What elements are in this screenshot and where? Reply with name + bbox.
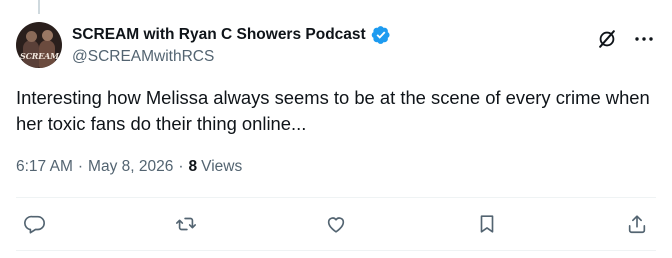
retweet-icon bbox=[175, 217, 196, 231]
avatar-head-right bbox=[42, 30, 53, 41]
like-icon bbox=[327, 217, 345, 233]
avatar-head-left bbox=[26, 31, 37, 42]
tweet-text: Interesting how Melissa always seems to … bbox=[16, 87, 650, 134]
retweet-button[interactable] bbox=[167, 205, 205, 243]
verified-badge-icon[interactable] bbox=[371, 25, 391, 45]
grok-icon bbox=[599, 30, 615, 48]
grok-button[interactable] bbox=[596, 28, 618, 50]
tweet-header: SCREAM SCREAM with Ryan C Showers Podcas… bbox=[16, 22, 656, 70]
avatar-logo: SCREAM bbox=[20, 51, 59, 61]
author-names: SCREAM with Ryan C Showers Podcast @SCRE… bbox=[72, 24, 391, 66]
avatar[interactable]: SCREAM bbox=[16, 22, 62, 68]
more-options-button[interactable] bbox=[632, 28, 656, 50]
bookmark-icon bbox=[480, 215, 493, 233]
tweet-time[interactable]: 6:17 AM bbox=[16, 158, 73, 176]
reply-icon bbox=[24, 215, 45, 234]
author-display-name[interactable]: SCREAM with Ryan C Showers Podcast bbox=[72, 26, 366, 44]
bookmark-button[interactable] bbox=[468, 205, 506, 243]
like-button[interactable] bbox=[317, 205, 355, 243]
reply-button[interactable] bbox=[16, 205, 54, 243]
action-bar bbox=[16, 205, 656, 243]
tweet-date[interactable]: May 8, 2026 bbox=[88, 158, 173, 176]
share-icon bbox=[628, 215, 646, 234]
divider bbox=[16, 197, 656, 198]
more-icon bbox=[635, 37, 653, 41]
separator-dot: · bbox=[77, 158, 84, 175]
tweet-metadata: 6:17 AM · May 8, 2026 · 8 Views bbox=[16, 157, 242, 177]
views-label: Views bbox=[201, 158, 243, 175]
separator-dot: · bbox=[178, 158, 184, 175]
divider bbox=[16, 250, 656, 251]
author-handle[interactable]: @SCREAMwithRCS bbox=[72, 48, 391, 66]
thread-connector-line bbox=[38, 0, 40, 14]
views-count[interactable]: 8 bbox=[189, 158, 198, 176]
share-button[interactable] bbox=[618, 205, 656, 243]
